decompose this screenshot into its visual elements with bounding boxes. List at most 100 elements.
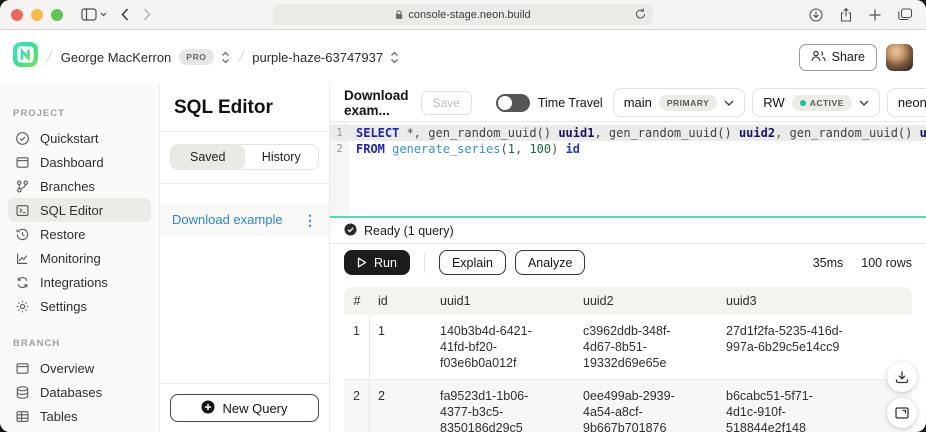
sidebar-section-branch: BRANCH xyxy=(13,338,159,349)
column-header-uuid3: uuid3 xyxy=(718,287,912,315)
sidebar-item-dashboard[interactable]: Dashboard xyxy=(8,150,151,174)
saved-history-tabs: Saved History xyxy=(170,144,319,170)
sidebar-item-databases[interactable]: Databases xyxy=(8,380,151,404)
active-status-dot xyxy=(800,100,806,106)
org-selector-chevron-icon[interactable] xyxy=(221,51,230,64)
query-actions: Run Explain Analyze 35ms 100 rows xyxy=(330,244,926,281)
sidebar-item-tables[interactable]: Tables xyxy=(8,404,151,428)
sidebar-item-label: Databases xyxy=(40,385,102,400)
check-circle-icon xyxy=(14,130,30,146)
neon-logo[interactable] xyxy=(13,42,38,72)
sidebar-item-label: Restore xyxy=(40,227,86,242)
user-avatar[interactable] xyxy=(886,44,913,71)
sidebar-item-settings[interactable]: Settings xyxy=(8,294,151,318)
project-selector-chevron-icon[interactable] xyxy=(390,51,399,64)
chart-icon xyxy=(14,250,30,266)
address-bar[interactable]: console-stage.neon.build xyxy=(273,4,653,25)
branch-select-value: main xyxy=(624,95,652,110)
column-header-id: id xyxy=(370,287,432,315)
sidebar-item-restore[interactable]: Restore xyxy=(8,222,151,246)
sidebar-item-label: Quickstart xyxy=(40,131,99,146)
cell-id: 2 xyxy=(370,380,432,432)
compute-select[interactable]: RW ACTIVE xyxy=(752,88,880,117)
reload-icon[interactable] xyxy=(635,8,646,20)
line-number: 2 xyxy=(330,141,349,157)
sidebar-item-integrations[interactable]: Integrations xyxy=(8,270,151,294)
sidebar-item-quickstart[interactable]: Quickstart xyxy=(8,126,151,150)
gear-icon xyxy=(14,298,30,314)
compute-select-value: RW xyxy=(763,95,784,110)
sql-code-editor[interactable]: 1 SELECT *, gen_random_uuid() uuid1, gen… xyxy=(330,122,926,218)
plus-circle-icon xyxy=(201,400,215,417)
share-page-icon[interactable] xyxy=(840,8,852,22)
cell-num: 2 xyxy=(344,380,370,432)
sidebar-item-label: Settings xyxy=(40,299,87,314)
sidebar-item-label: Dashboard xyxy=(40,155,104,170)
line-number: 1 xyxy=(330,125,349,141)
sidebar-section-project: PROJECT xyxy=(13,108,159,119)
new-query-label: New Query xyxy=(222,401,287,416)
tab-saved[interactable]: Saved xyxy=(171,145,245,169)
save-button[interactable]: Save xyxy=(421,91,472,115)
explain-button[interactable]: Explain xyxy=(439,250,506,275)
column-header-num: # xyxy=(344,287,370,315)
kebab-menu-icon[interactable]: ⋮ xyxy=(303,215,317,225)
new-tab-icon[interactable] xyxy=(869,9,881,21)
database-select-value: neondb xyxy=(898,95,926,110)
tab-history[interactable]: History xyxy=(245,145,319,169)
time-travel-label: Time Travel xyxy=(538,96,603,110)
chevron-down-icon xyxy=(859,100,869,106)
zoom-window-button[interactable] xyxy=(51,9,63,21)
saved-query-item[interactable]: Download example ⋮ xyxy=(160,203,329,236)
download-results-button[interactable] xyxy=(887,362,917,392)
new-query-button[interactable]: New Query xyxy=(170,394,319,422)
back-button[interactable] xyxy=(121,8,129,21)
saved-query-name[interactable]: Download example xyxy=(172,212,283,227)
cell-uuid2: 0ee499ab-2939-4a54-a8cf-9b667b701876 xyxy=(575,380,718,432)
traffic-lights xyxy=(11,9,63,21)
sidebar-item-monitoring[interactable]: Monitoring xyxy=(8,246,151,270)
column-header-uuid1: uuid1 xyxy=(432,287,575,315)
share-button-label: Share xyxy=(832,50,865,64)
queries-panel: SQL Editor Saved History Download exampl… xyxy=(160,84,330,432)
query-duration: 35ms xyxy=(813,256,844,270)
download-icon xyxy=(895,370,909,384)
editor-panel: Download exam... Save Time Travel main P… xyxy=(330,84,926,432)
git-branch-icon xyxy=(14,178,30,194)
breadcrumb-separator: / xyxy=(236,47,245,67)
code-line-2: 2 FROM generate_series(1, 100) id xyxy=(330,141,926,157)
run-button[interactable]: Run xyxy=(344,250,410,275)
cell-uuid1: fa9523d1-1b06-4377-b3c5-8350186d29c5 xyxy=(432,380,575,432)
project-name[interactable]: purple-haze-63747937 xyxy=(252,50,383,65)
database-icon xyxy=(14,384,30,400)
code-line-1: 1 SELECT *, gen_random_uuid() uuid1, gen… xyxy=(330,125,926,141)
share-button[interactable]: Share xyxy=(799,44,877,71)
url-text: console-stage.neon.build xyxy=(408,9,530,21)
database-select[interactable]: neondb xyxy=(887,88,926,117)
cell-uuid1: 140b3b4d-6421-41fd-bf20-f03e6b0a012f xyxy=(432,315,575,379)
downloads-icon[interactable] xyxy=(809,8,823,22)
sidebar-item-branches[interactable]: Branches xyxy=(8,174,151,198)
analyze-button[interactable]: Analyze xyxy=(515,250,585,275)
forward-button[interactable] xyxy=(143,8,151,21)
branch-select[interactable]: main PRIMARY xyxy=(613,88,746,117)
sidebar-item-label: SQL Editor xyxy=(40,203,103,218)
close-window-button[interactable] xyxy=(11,9,23,21)
sidebar-toggle-icon[interactable] xyxy=(81,8,107,21)
org-name[interactable]: George MacKerron xyxy=(61,50,172,65)
people-icon xyxy=(811,50,826,65)
editor-toolbar: Download exam... Save Time Travel main P… xyxy=(330,84,926,122)
run-button-label: Run xyxy=(374,256,397,270)
breadcrumb-separator: / xyxy=(45,47,54,67)
minimize-window-button[interactable] xyxy=(31,9,43,21)
sidebar-item-label: Tables xyxy=(40,409,78,424)
chevron-down-icon xyxy=(724,100,734,106)
tab-overview-icon[interactable] xyxy=(898,8,912,21)
time-travel-toggle[interactable] xyxy=(496,94,530,112)
expand-results-button[interactable] xyxy=(887,398,917,428)
sidebar-item-sql-editor[interactable]: SQL Editor xyxy=(8,198,151,222)
sidebar-item-roles[interactable]: Roles xyxy=(8,428,151,432)
active-badge: ACTIVE xyxy=(792,95,852,111)
sidebar-item-overview[interactable]: Overview xyxy=(8,356,151,380)
window-icon xyxy=(14,154,30,170)
